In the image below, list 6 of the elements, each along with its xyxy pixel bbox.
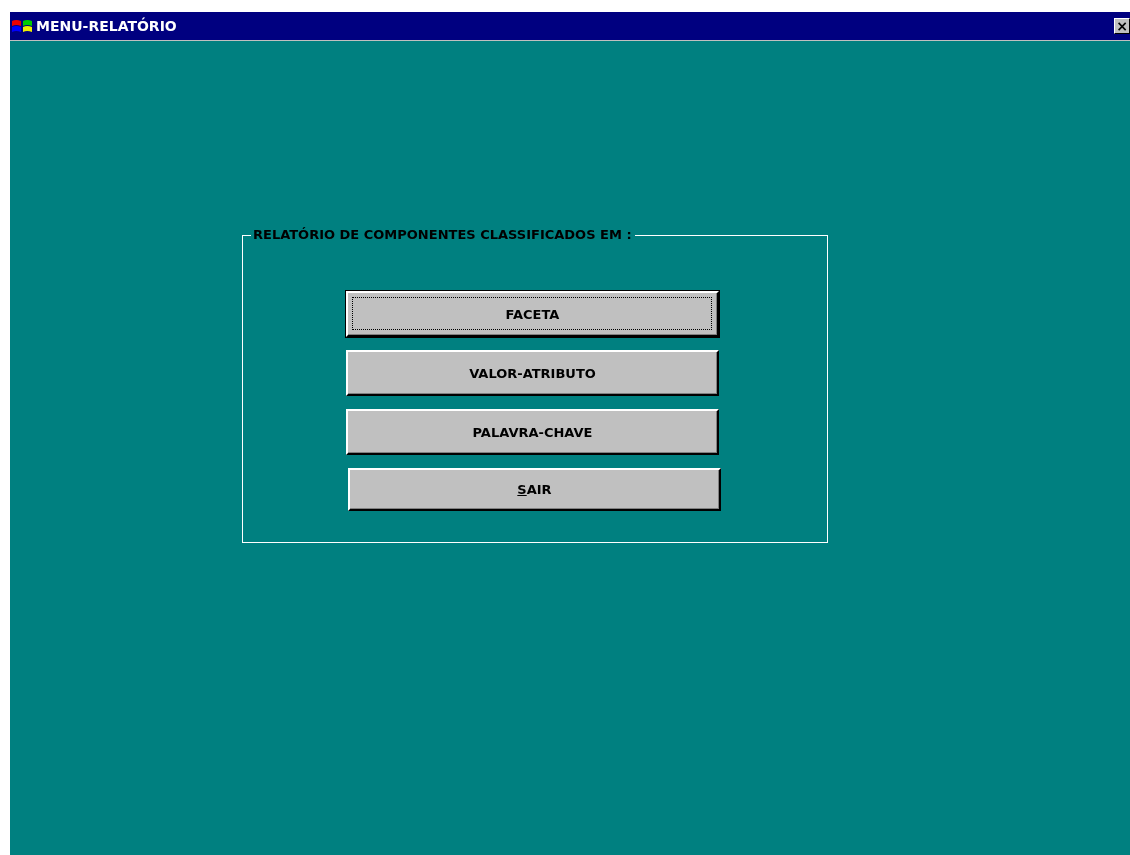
menu-button[interactable]: VALOR-ATRIBUTO (346, 350, 719, 396)
window-title: MENU-RELATÓRIO (36, 18, 178, 34)
menu-button[interactable]: PALAVRA-CHAVE (346, 409, 719, 455)
menu-button[interactable]: SAIR (348, 468, 721, 511)
menu-button[interactable]: FACETA (346, 291, 719, 337)
close-button[interactable]: × (1114, 18, 1130, 34)
